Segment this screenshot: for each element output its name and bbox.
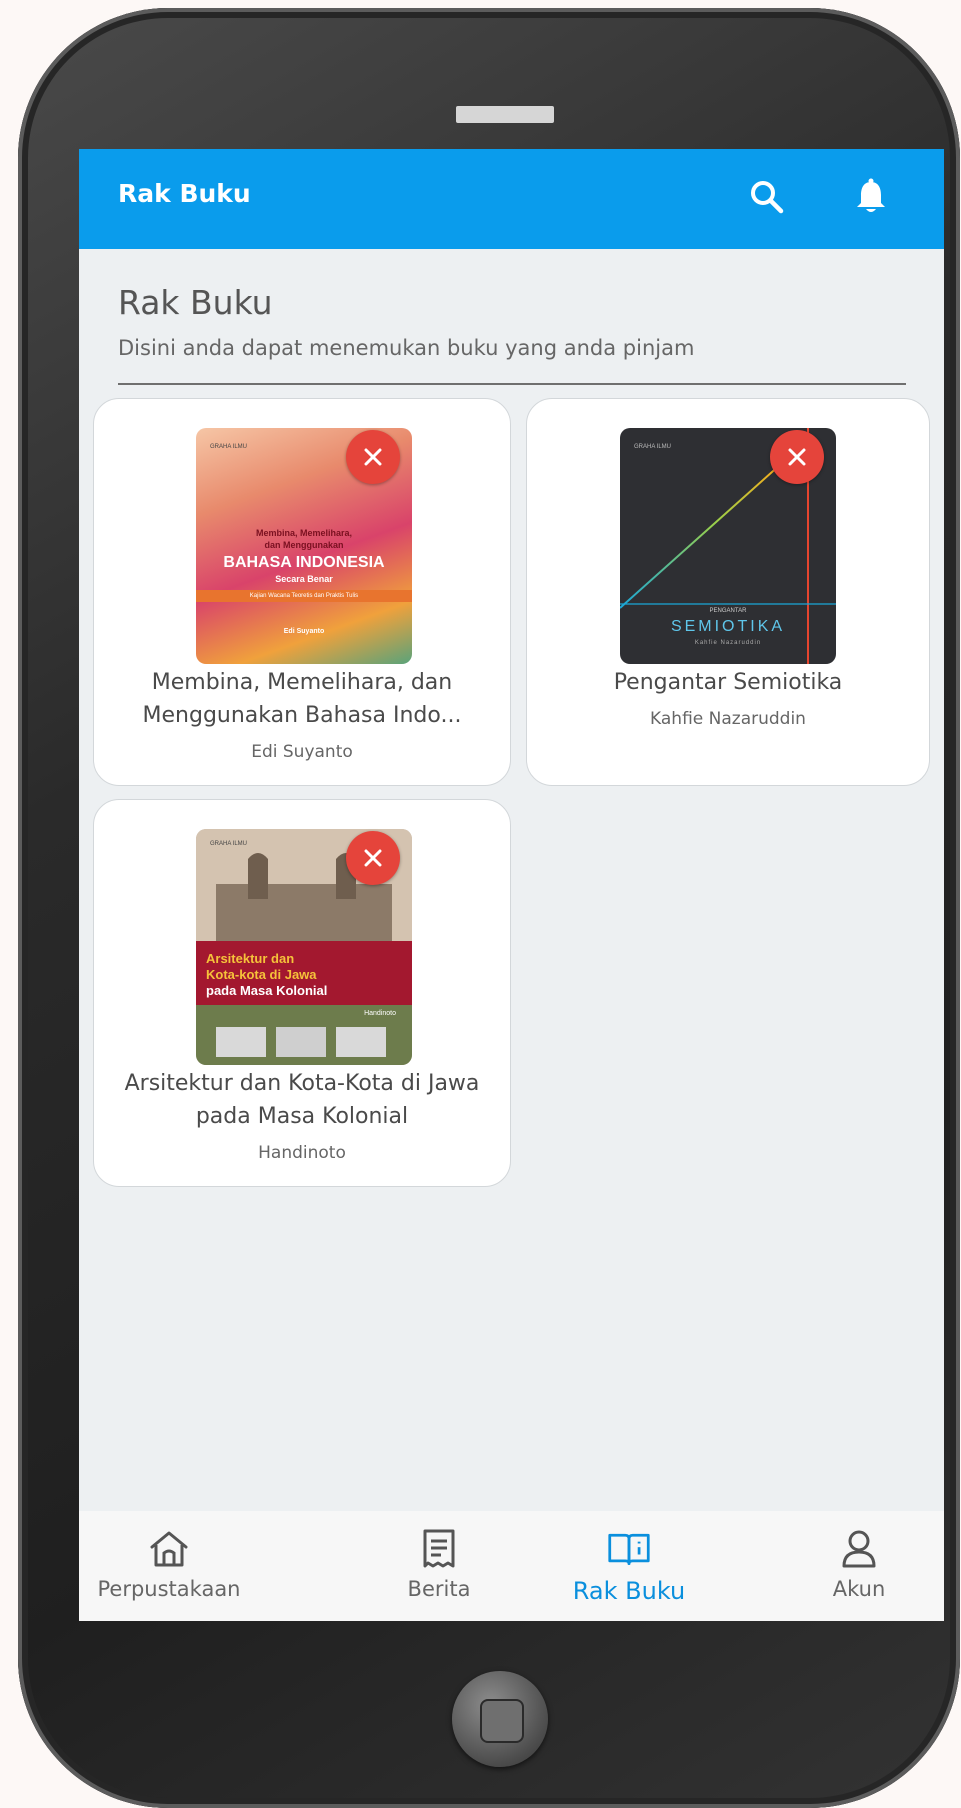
app-bar-title: Rak Buku	[118, 179, 251, 208]
nav-label: Perpustakaan	[97, 1577, 241, 1601]
book-title: Membina, Memelihara, dan Menggunakan Bah…	[142, 670, 462, 728]
nav-label: Rak Buku	[572, 1577, 686, 1605]
nav-label: Berita	[407, 1577, 471, 1601]
nav-item-rak-buku[interactable]: Rak Buku	[549, 1511, 709, 1621]
book-card[interactable]: GRAHA ILMU Membina, Memelihara, dan Meng…	[93, 398, 511, 786]
cover-title-line: Arsitektur dan	[206, 951, 295, 966]
book-card[interactable]: GRAHA ILMU Arsitektur dan Kota-kota di J…	[93, 799, 511, 1187]
nav-item-perpustakaan[interactable]: Perpustakaan	[89, 1511, 249, 1621]
cover-title-line: pada Masa Kolonial	[206, 983, 328, 998]
book-author: Handinoto	[258, 1143, 346, 1163]
cover-publisher: GRAHA ILMU	[634, 444, 672, 450]
app-screen: Rak Buku Rak Buku Disini anda dapat mene…	[79, 149, 944, 1621]
cover-title-line: Secara Benar	[275, 574, 333, 584]
cover-publisher: GRAHA ILMU	[210, 444, 248, 450]
cover-title-line: Kota-kota di Jawa	[206, 967, 317, 982]
phone-frame: Rak Buku Rak Buku Disini anda dapat mene…	[18, 8, 960, 1808]
user-icon	[837, 1527, 881, 1571]
news-icon	[417, 1527, 461, 1571]
close-icon	[364, 849, 382, 867]
cover-title-line: PENGANTAR	[709, 608, 747, 614]
app-bar: Rak Buku	[79, 149, 944, 249]
bell-icon[interactable]	[845, 171, 897, 223]
cover-author: Edi Suyanto	[283, 628, 325, 635]
close-icon	[364, 448, 382, 466]
book-author: Kahfie Nazaruddin	[650, 709, 806, 729]
nav-item-akun[interactable]: Akun	[799, 1511, 919, 1621]
cover-title-line: dan Menggunakan	[264, 540, 344, 550]
cover-title-line: BAHASA INDONESIA	[223, 554, 385, 571]
book-open-icon	[607, 1527, 651, 1571]
book-author: Edi Suyanto	[251, 742, 353, 762]
page-title: Rak Buku	[118, 283, 273, 322]
search-icon[interactable]	[741, 171, 793, 223]
nav-item-berita[interactable]: Berita	[379, 1511, 499, 1621]
cover-title-line: SEMIOTIKA	[670, 618, 786, 635]
book-card[interactable]: GRAHA ILMU PENGANTAR SEMIOTIKA Kahfie Na…	[526, 398, 930, 786]
remove-button[interactable]	[770, 430, 824, 484]
page-subtitle: Disini anda dapat menemukan buku yang an…	[118, 336, 695, 360]
cover-title-line: Kajian Wacana Teoretis dan Praktis Tulis	[196, 590, 412, 602]
divider	[118, 383, 906, 385]
cover-title-line: Membina, Memelihara,	[255, 528, 353, 538]
cover-author: Handinoto	[364, 1010, 396, 1017]
nav-label: Akun	[832, 1577, 886, 1601]
bottom-nav: Perpustakaan Berita Rak Buku Akun	[79, 1511, 944, 1621]
cover-author: Kahfie Nazaruddin	[694, 640, 762, 646]
book-title: Pengantar Semiotika	[613, 670, 843, 695]
remove-button[interactable]	[346, 430, 400, 484]
cover-publisher: GRAHA ILMU	[210, 841, 248, 847]
home-icon	[147, 1527, 191, 1571]
book-title: Arsitektur dan Kota-Kota di Jawa pada Ma…	[124, 1071, 480, 1129]
phone-speaker	[456, 106, 554, 123]
remove-button[interactable]	[346, 831, 400, 885]
phone-home-button[interactable]	[452, 1671, 548, 1767]
close-icon	[788, 448, 806, 466]
